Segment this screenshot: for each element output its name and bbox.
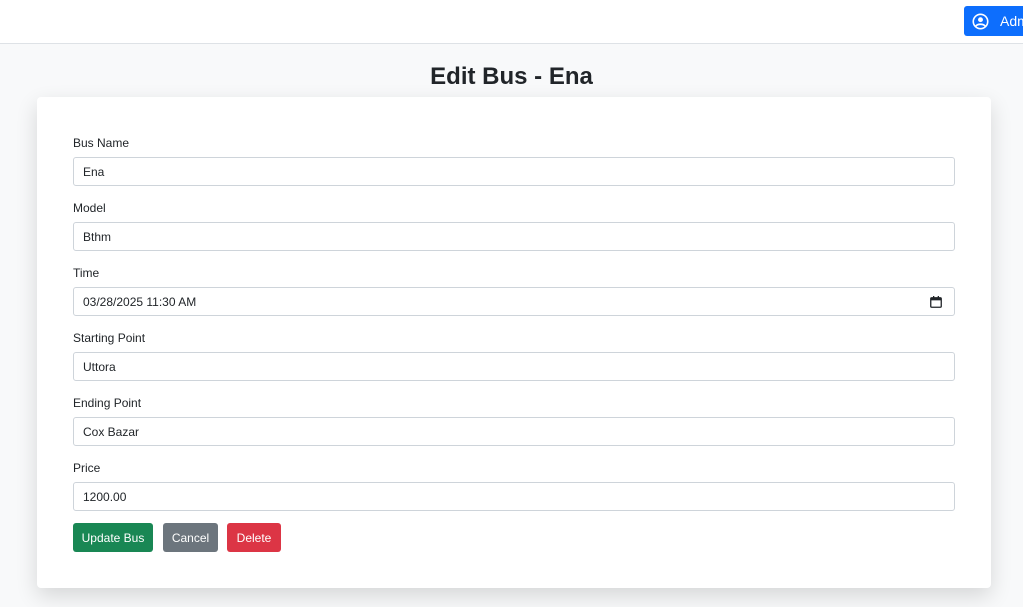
starting-point-value: Uttora: [83, 359, 116, 374]
price-input[interactable]: 1200.00: [73, 482, 955, 511]
user-menu-button[interactable]: Admin: [964, 6, 1023, 36]
bus-name-value: Ena: [83, 164, 105, 179]
time-input[interactable]: 03/28/2025 11:30 AM: [73, 287, 955, 316]
model-label: Model: [73, 201, 106, 215]
price-label: Price: [73, 461, 101, 475]
time-value: 03/28/2025 11:30 AM: [83, 294, 197, 309]
calendar-icon[interactable]: [930, 296, 942, 308]
top-navbar: Admin: [0, 0, 1023, 44]
model-value: Bthm: [83, 229, 112, 244]
model-input[interactable]: Bthm: [73, 222, 955, 251]
delete-button[interactable]: Delete: [227, 523, 281, 552]
user-menu-label: Admin: [1000, 13, 1023, 29]
time-label: Time: [73, 266, 100, 280]
ending-point-value: Cox Bazar: [83, 424, 140, 439]
ending-point-input[interactable]: Cox Bazar: [73, 417, 955, 446]
edit-bus-form: Bus Name Ena Model Bthm Time 03/28/2025 …: [37, 97, 991, 588]
bus-name-label: Bus Name: [73, 136, 130, 150]
page-title: Edit Bus - Ena: [430, 63, 593, 90]
user-circle-icon: [972, 12, 989, 30]
starting-point-input[interactable]: Uttora: [73, 352, 955, 381]
bus-name-input[interactable]: Ena: [73, 157, 955, 186]
update-bus-button[interactable]: Update Bus: [73, 523, 153, 552]
starting-point-label: Starting Point: [73, 331, 146, 345]
cancel-button[interactable]: Cancel: [163, 523, 218, 552]
ending-point-label: Ending Point: [73, 396, 142, 410]
price-value: 1200.00: [83, 489, 127, 504]
